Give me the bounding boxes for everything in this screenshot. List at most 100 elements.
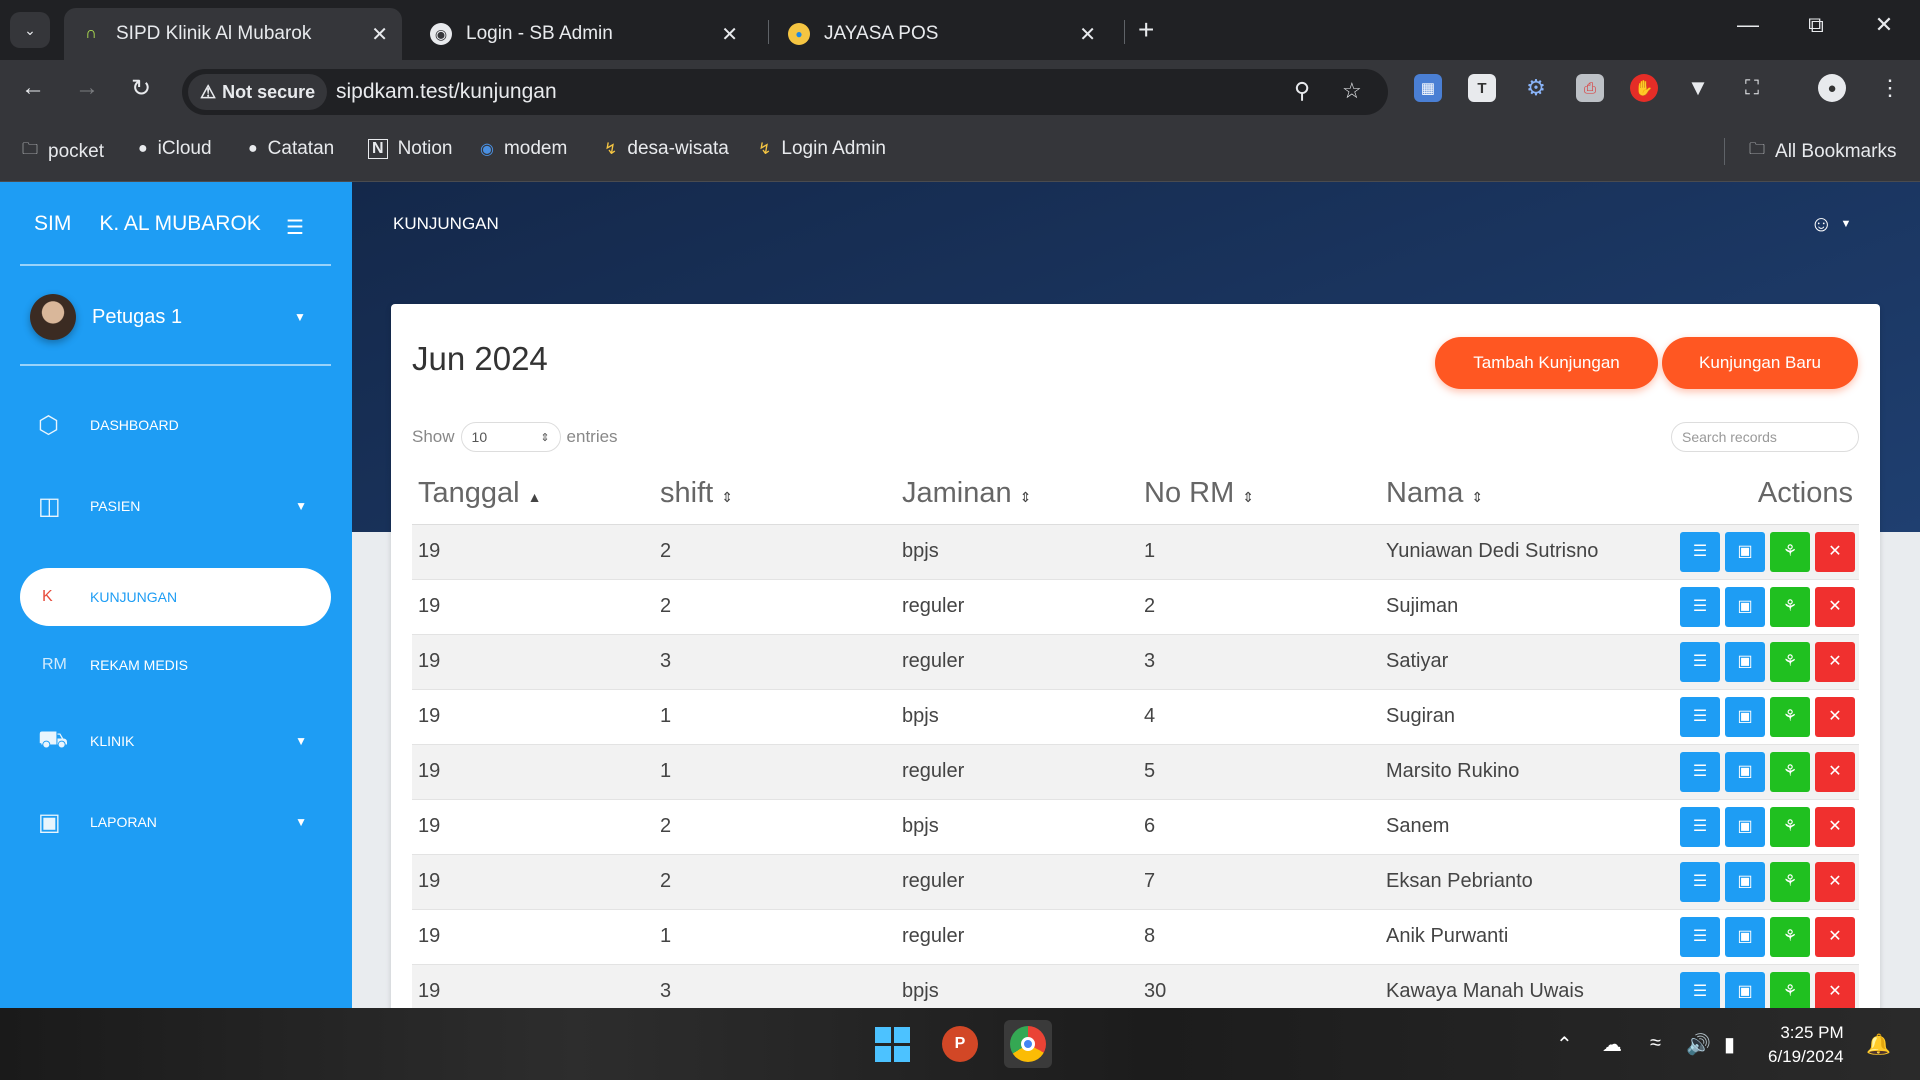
delete-button[interactable]: ✕ xyxy=(1815,751,1855,792)
delete-button[interactable]: ✕ xyxy=(1815,641,1855,682)
tab-search-button[interactable]: ⌄ xyxy=(10,12,50,48)
extension-text-icon[interactable]: T xyxy=(1468,74,1496,102)
edit-button[interactable]: ▣ xyxy=(1725,861,1765,902)
extension-printer-icon[interactable]: ⎙ xyxy=(1576,74,1604,102)
extension-gear-icon[interactable]: ⚙ xyxy=(1522,74,1550,102)
bookmark-icloud[interactable]: ● iCloud xyxy=(138,138,212,160)
bookmark-desa-wisata[interactable]: ↯ desa-wisata xyxy=(604,138,729,160)
delete-button[interactable]: ✕ xyxy=(1815,861,1855,902)
volume-icon[interactable]: 🔊 xyxy=(1686,1032,1711,1057)
url-text[interactable]: sipdkam.test/kunjungan xyxy=(336,80,557,104)
user-panel[interactable]: Petugas 1 xyxy=(30,294,182,340)
new-tab-button[interactable]: + xyxy=(1138,14,1154,46)
column-header-shift[interactable]: shift ⇕ xyxy=(654,464,896,525)
extension-docs-icon[interactable]: ▦ xyxy=(1414,74,1442,102)
detail-button[interactable]: ☰ xyxy=(1680,531,1720,572)
medical-record-button[interactable]: ⚘ xyxy=(1770,641,1810,682)
zoom-icon[interactable]: ⚲ xyxy=(1294,78,1310,104)
bookmark-notion[interactable]: N Notion xyxy=(368,138,452,160)
detail-button[interactable]: ☰ xyxy=(1680,641,1720,682)
extension-vue-icon[interactable]: ▼ xyxy=(1684,74,1712,102)
back-button[interactable]: ← xyxy=(16,74,50,102)
wifi-icon[interactable]: ≈ xyxy=(1650,1032,1661,1055)
all-bookmarks-button[interactable]: 🗀 All Bookmarks xyxy=(1724,138,1896,165)
medical-record-button[interactable]: ⚘ xyxy=(1770,806,1810,847)
tambah-kunjungan-button[interactable]: Tambah Kunjungan xyxy=(1435,337,1658,389)
sidebar-item-laporan[interactable]: ▣ LAPORAN ▼ xyxy=(20,793,331,851)
close-window-button[interactable]: ✕ xyxy=(1864,12,1904,38)
edit-button[interactable]: ▣ xyxy=(1725,531,1765,572)
edit-button[interactable]: ▣ xyxy=(1725,586,1765,627)
kunjungan-baru-button[interactable]: Kunjungan Baru xyxy=(1662,337,1858,389)
more-menu-icon[interactable]: ⋮ xyxy=(1876,74,1904,102)
edit-button[interactable]: ▣ xyxy=(1725,641,1765,682)
bookmark-login-admin[interactable]: ↯ Login Admin xyxy=(758,138,886,160)
caret-down-icon[interactable]: ▼ xyxy=(294,310,306,324)
sidebar-item-kunjungan[interactable]: K KUNJUNGAN xyxy=(20,568,331,626)
page-length-select[interactable]: 10 ⇕ xyxy=(460,422,561,452)
column-header-nama[interactable]: Nama ⇕ xyxy=(1380,464,1622,525)
star-icon[interactable]: ☆ xyxy=(1342,78,1362,104)
start-button[interactable] xyxy=(868,1020,916,1068)
medical-record-button[interactable]: ⚘ xyxy=(1770,586,1810,627)
edit-button[interactable]: ▣ xyxy=(1725,916,1765,957)
taskbar-powerpoint[interactable]: P xyxy=(936,1020,984,1068)
detail-button[interactable]: ☰ xyxy=(1680,751,1720,792)
medical-record-button[interactable]: ⚘ xyxy=(1770,696,1810,737)
sidebar-item-pasien[interactable]: ◫ PASIEN ▼ xyxy=(20,477,331,535)
delete-button[interactable]: ✕ xyxy=(1815,806,1855,847)
sidebar-item-klinik[interactable]: ⛟ KLINIK ▼ xyxy=(20,712,331,770)
detail-button[interactable]: ☰ xyxy=(1680,586,1720,627)
tab-jayasa-pos[interactable]: ● JAYASA POS ✕ xyxy=(772,8,1110,60)
detail-button[interactable]: ☰ xyxy=(1680,861,1720,902)
delete-button[interactable]: ✕ xyxy=(1815,696,1855,737)
sidebar-item-dashboard[interactable]: ⬡ DASHBOARD xyxy=(20,396,331,454)
delete-button[interactable]: ✕ xyxy=(1815,971,1855,1008)
detail-button[interactable]: ☰ xyxy=(1680,806,1720,847)
medical-record-button[interactable]: ⚘ xyxy=(1770,971,1810,1008)
column-header-no-rm[interactable]: No RM ⇕ xyxy=(1138,464,1380,525)
search-input[interactable]: Search records xyxy=(1671,422,1859,452)
edit-button[interactable]: ▣ xyxy=(1725,806,1765,847)
column-header-tanggal[interactable]: Tanggal ▲ xyxy=(412,464,654,525)
close-icon[interactable]: ✕ xyxy=(721,22,738,47)
address-bar[interactable]: ⚠ Not secure sipdkam.test/kunjungan ⚲ ☆ xyxy=(182,69,1388,115)
tab-sipd-klinik[interactable]: ∩ SIPD Klinik Al Mubarok ✕ xyxy=(64,8,402,60)
bookmark-pocket[interactable]: 🗀 pocket xyxy=(22,138,104,165)
close-icon[interactable]: ✕ xyxy=(1079,22,1096,47)
profile-avatar-icon[interactable]: ● xyxy=(1818,74,1846,102)
chevron-up-icon[interactable]: ⌃ xyxy=(1556,1032,1573,1057)
user-menu-button[interactable]: ☺ ▼ xyxy=(1810,210,1851,237)
medical-record-button[interactable]: ⚘ xyxy=(1770,861,1810,902)
minimize-button[interactable]: — xyxy=(1728,12,1768,38)
edit-button[interactable]: ▣ xyxy=(1725,696,1765,737)
taskbar-chrome[interactable] xyxy=(1004,1020,1052,1068)
notification-bell-icon[interactable]: 🔔 xyxy=(1866,1032,1891,1057)
restore-button[interactable]: ⧉ xyxy=(1796,12,1836,38)
battery-icon[interactable]: ▮ xyxy=(1724,1032,1735,1057)
close-icon[interactable]: ✕ xyxy=(371,22,388,47)
sidebar-item-rekam-medis[interactable]: RM REKAM MEDIS xyxy=(20,636,331,694)
detail-button[interactable]: ☰ xyxy=(1680,971,1720,1008)
detail-button[interactable]: ☰ xyxy=(1680,916,1720,957)
reload-button[interactable]: ↻ xyxy=(124,74,158,103)
extension-hand-icon[interactable]: ✋ xyxy=(1630,74,1658,102)
extensions-puzzle-icon[interactable]: ⛶ xyxy=(1738,74,1766,102)
delete-button[interactable]: ✕ xyxy=(1815,586,1855,627)
sidebar-toggle-button[interactable]: ☰ xyxy=(286,215,304,240)
forward-button[interactable]: → xyxy=(70,74,104,102)
medical-record-button[interactable]: ⚘ xyxy=(1770,916,1810,957)
tab-login-sb-admin[interactable]: ◉ Login - SB Admin ✕ xyxy=(414,8,752,60)
bookmark-catatan[interactable]: ● Catatan xyxy=(248,138,334,160)
medical-record-button[interactable]: ⚘ xyxy=(1770,531,1810,572)
column-header-jaminan[interactable]: Jaminan ⇕ xyxy=(896,464,1138,525)
security-chip[interactable]: ⚠ Not secure xyxy=(188,74,328,110)
delete-button[interactable]: ✕ xyxy=(1815,916,1855,957)
delete-button[interactable]: ✕ xyxy=(1815,531,1855,572)
edit-button[interactable]: ▣ xyxy=(1725,751,1765,792)
medical-record-button[interactable]: ⚘ xyxy=(1770,751,1810,792)
bookmark-modem[interactable]: ◉ modem xyxy=(480,138,567,160)
detail-button[interactable]: ☰ xyxy=(1680,696,1720,737)
brand[interactable]: SIM K. AL MUBAROK xyxy=(34,212,261,236)
edit-button[interactable]: ▣ xyxy=(1725,971,1765,1008)
